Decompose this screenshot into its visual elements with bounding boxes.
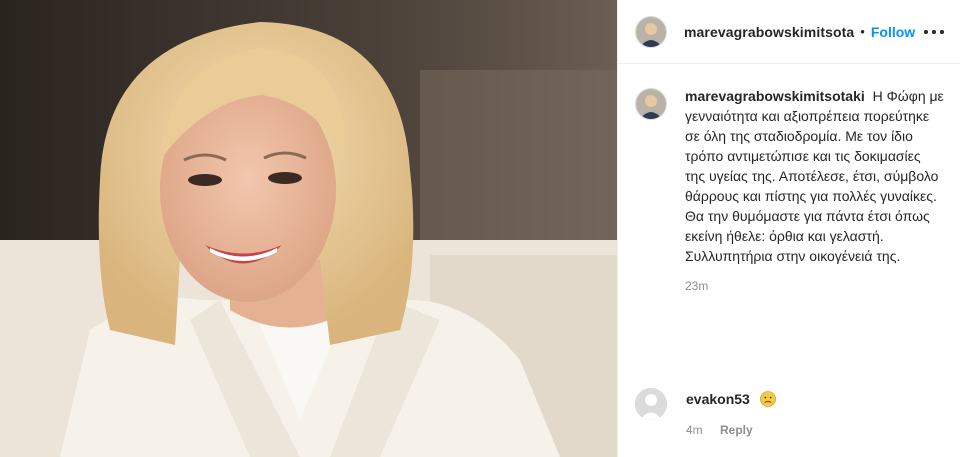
follow-button[interactable]: Follow xyxy=(871,24,915,40)
reply-button[interactable]: Reply xyxy=(720,423,753,437)
disappointed-face-emoji-icon xyxy=(759,391,776,407)
caption-username[interactable]: marevagrabowskimitsotaki xyxy=(685,88,865,104)
caption-avatar[interactable] xyxy=(635,88,667,120)
caption-timestamp[interactable]: 23m xyxy=(685,279,944,293)
post-header: marevagrabowskimitsota • Follow xyxy=(618,0,960,64)
comment-timestamp[interactable]: 4m xyxy=(686,423,703,437)
separator-dot: • xyxy=(860,24,865,39)
instagram-post: marevagrabowskimitsota • Follow marevagr… xyxy=(0,0,960,457)
dot xyxy=(940,30,944,34)
caption-text: Η Φώφη με γενναιότητα και αξιοπρέπεια πο… xyxy=(685,88,944,264)
caption-text-block: marevagrabowskimitsotaki Η Φώφη με γεννα… xyxy=(685,86,944,266)
comment-meta: 4m Reply xyxy=(686,423,945,437)
portrait-illustration xyxy=(0,0,617,457)
dot xyxy=(924,30,928,34)
dot xyxy=(932,30,936,34)
post-photo[interactable] xyxy=(0,0,617,457)
author-username[interactable]: marevagrabowskimitsota xyxy=(684,24,854,40)
more-options-icon[interactable] xyxy=(924,22,944,42)
commenter-username[interactable]: evakon53 xyxy=(686,391,750,407)
author-avatar[interactable] xyxy=(635,15,667,48)
comment-body: evakon53 xyxy=(686,386,945,409)
comment: evakon53 4m Reply xyxy=(635,386,945,437)
post-sidebar: marevagrabowskimitsota • Follow marevagr… xyxy=(617,0,960,457)
caption: marevagrabowskimitsotaki Η Φώφη με γεννα… xyxy=(618,64,960,293)
commenter-avatar[interactable] xyxy=(635,388,667,420)
